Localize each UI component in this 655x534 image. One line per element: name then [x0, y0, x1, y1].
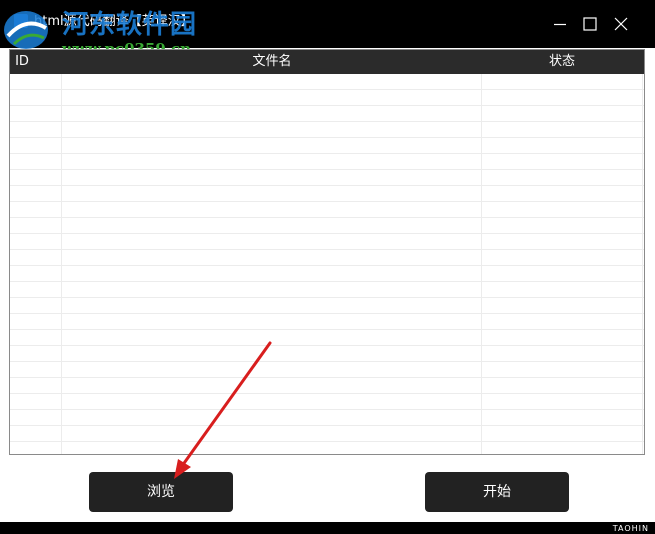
watermark-logo-icon	[4, 11, 48, 49]
column-header-status[interactable]: 状态	[482, 50, 642, 74]
watermark-site-name: 河东软件园	[62, 10, 198, 40]
minimize-icon	[554, 23, 566, 26]
column-divider	[61, 74, 62, 454]
app-window: html源代码翻译【英译汉】 河东软件园 www.pc0359.cn	[0, 0, 655, 522]
table-header: ID 文件名 状态	[10, 50, 644, 74]
start-button[interactable]: 开始	[425, 472, 569, 512]
column-header-id[interactable]: ID	[10, 50, 34, 74]
minimize-button[interactable]	[544, 8, 576, 40]
footer-watermark: TAOHIN	[612, 524, 649, 533]
maximize-button[interactable]	[574, 8, 606, 40]
file-table[interactable]: ID 文件名 状态	[9, 49, 645, 455]
close-button[interactable]	[605, 8, 637, 40]
close-icon	[614, 17, 628, 31]
maximize-icon	[583, 17, 597, 31]
column-header-filename[interactable]: 文件名	[62, 50, 482, 74]
table-body[interactable]	[10, 74, 644, 454]
column-divider	[642, 74, 643, 454]
column-divider	[481, 74, 482, 454]
browse-button[interactable]: 浏览	[89, 472, 233, 512]
